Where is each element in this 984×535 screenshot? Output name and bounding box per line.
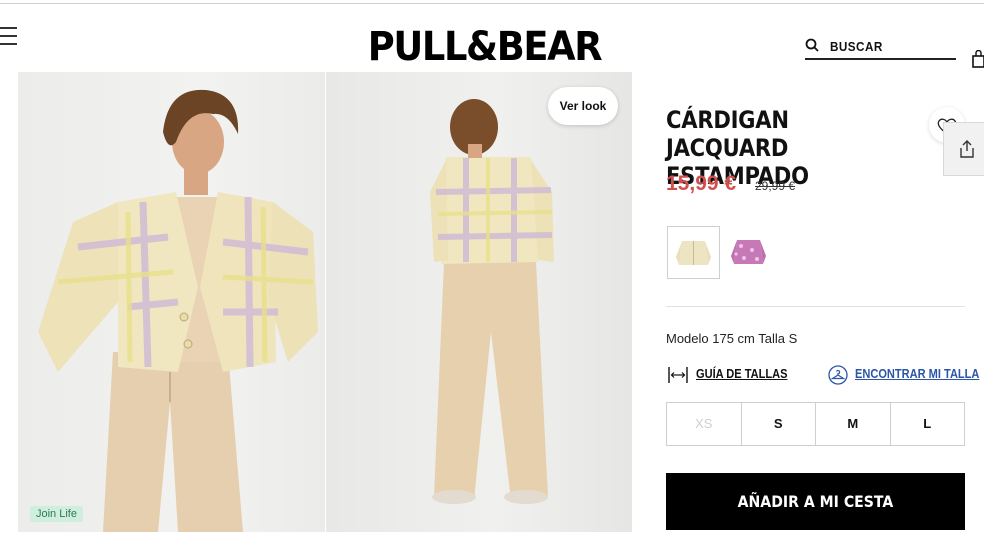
size-guide-label: GUÍA DE TALLAS xyxy=(696,366,788,381)
join-life-badge: Join Life xyxy=(30,506,83,522)
size-option-m[interactable]: M xyxy=(816,403,891,445)
size-option-l[interactable]: L xyxy=(891,403,965,445)
add-to-cart-button[interactable]: AÑADIR A MI CESTA xyxy=(666,473,965,530)
hanger-icon xyxy=(828,365,848,385)
original-price: 29,99 € xyxy=(755,179,796,193)
model-back-illustration xyxy=(430,99,554,504)
size-selector: XS S M L xyxy=(666,402,965,446)
product-photo-front[interactable]: Join Life xyxy=(18,72,325,532)
model-info: Modelo 175 cm Talla S xyxy=(666,331,798,346)
brand-logo[interactable]: PULL&BEAR xyxy=(364,23,605,71)
ruler-icon xyxy=(668,367,688,383)
share-icon xyxy=(960,140,974,158)
search-icon xyxy=(805,38,819,52)
current-price: 15,99 € xyxy=(666,172,737,195)
product-photo-back[interactable] xyxy=(326,72,632,532)
bag-icon[interactable] xyxy=(972,50,984,68)
share-button[interactable] xyxy=(943,122,984,176)
view-look-button[interactable]: Ver look xyxy=(548,87,618,125)
menu-icon[interactable] xyxy=(0,26,18,48)
color-swatch-pink[interactable] xyxy=(722,226,775,279)
search-box[interactable]: BUSCAR xyxy=(805,34,956,60)
size-option-s[interactable]: S xyxy=(742,403,816,445)
search-label: BUSCAR xyxy=(830,39,883,54)
add-to-cart-label: AÑADIR A MI CESTA xyxy=(737,492,894,511)
color-swatch-check[interactable] xyxy=(667,226,720,279)
divider xyxy=(666,306,965,307)
size-option-xs[interactable]: XS xyxy=(667,403,742,445)
model-front-illustration xyxy=(38,89,318,532)
find-size-label: ENCONTRAR MI TALLA xyxy=(855,366,980,381)
top-border xyxy=(0,3,984,4)
